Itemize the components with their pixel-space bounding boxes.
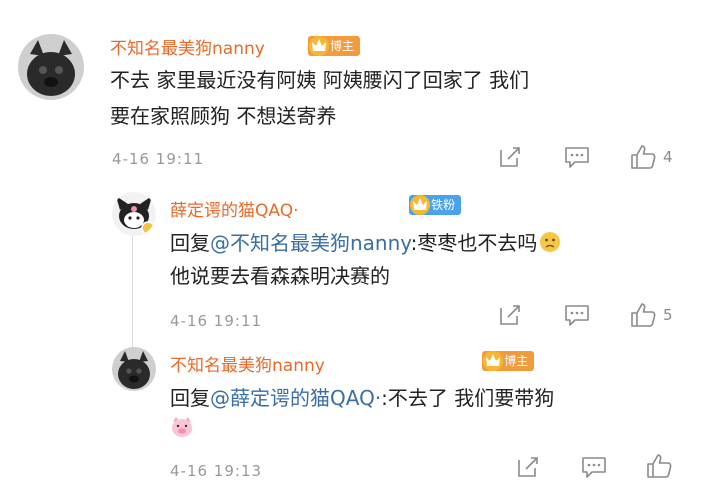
mention-link[interactable]: @不知名最美狗nanny: [210, 231, 411, 255]
comment-text-line: 要在家照顾狗 不想送寄养: [110, 104, 337, 128]
badge-label: 铁粉: [431, 198, 456, 212]
emoji-icon: [540, 232, 561, 252]
share-icon: [500, 305, 520, 325]
comment-text-line: 不去 家里最近没有阿姨 阿姨腰闪了回家了 我们: [110, 68, 530, 92]
comment-text-line: 回复@薛定谔的猫QAQ·:不去了 我们要带狗: [170, 380, 554, 416]
like-button[interactable]: 4: [629, 143, 673, 171]
badge-label: 博主: [504, 354, 529, 368]
thread-line: [132, 232, 133, 350]
fan-badge: 铁粉: [409, 194, 462, 215]
pig-emoji-icon: [170, 416, 194, 442]
share-icon: [518, 457, 538, 477]
share-button[interactable]: [497, 144, 523, 170]
comment-text-line: 他说要去看森森明决赛的: [170, 264, 390, 288]
like-icon: [631, 303, 656, 327]
timestamp: 4-16 19:11: [170, 312, 263, 330]
comment-button[interactable]: [563, 302, 591, 328]
reply-text: :枣枣也不去吗: [410, 231, 538, 255]
comment-text-line: 回复@不知名最美狗nanny:枣枣也不去吗: [170, 225, 561, 261]
crown-icon: [410, 194, 431, 215]
comment-icon: [565, 305, 589, 326]
dog-avatar-image: [112, 347, 156, 391]
badge-label: 博主: [330, 39, 355, 53]
timestamp: 4-16 19:13: [170, 462, 263, 480]
dog-avatar-image: [18, 34, 84, 100]
like-icon: [647, 454, 672, 478]
like-button[interactable]: 5: [629, 301, 673, 329]
crown-icon: [309, 35, 329, 56]
comment-icon: [565, 147, 589, 168]
like-count: 4: [663, 148, 673, 166]
username[interactable]: 薛定谔的猫QAQ·: [170, 196, 299, 221]
share-button[interactable]: [497, 302, 523, 328]
kuromi-avatar-image: [112, 192, 156, 236]
comment-icon: [582, 457, 606, 478]
mention-link[interactable]: @薛定谔的猫QAQ·: [210, 386, 381, 410]
avatar[interactable]: [18, 34, 84, 100]
username[interactable]: 不知名最美狗nanny: [110, 34, 265, 59]
comment-button[interactable]: [563, 144, 591, 170]
like-icon: [631, 145, 656, 169]
share-icon: [500, 147, 520, 167]
reply-prefix: 回复: [170, 386, 210, 410]
reply-text: :不去了 我们要带狗: [381, 386, 555, 410]
like-button[interactable]: [645, 452, 673, 480]
comment-button[interactable]: [580, 454, 608, 480]
avatar[interactable]: [112, 347, 156, 391]
share-button[interactable]: [515, 454, 541, 480]
avatar[interactable]: [112, 192, 156, 236]
like-count: 5: [663, 306, 673, 324]
reply-prefix: 回复: [170, 231, 210, 255]
owner-badge: 博主: [482, 350, 535, 371]
crown-icon: [483, 350, 504, 371]
pig-emoji-icon: [172, 417, 192, 437]
username[interactable]: 不知名最美狗nanny: [170, 351, 325, 376]
owner-badge: 博主: [308, 35, 361, 56]
timestamp: 4-16 19:11: [112, 150, 205, 168]
